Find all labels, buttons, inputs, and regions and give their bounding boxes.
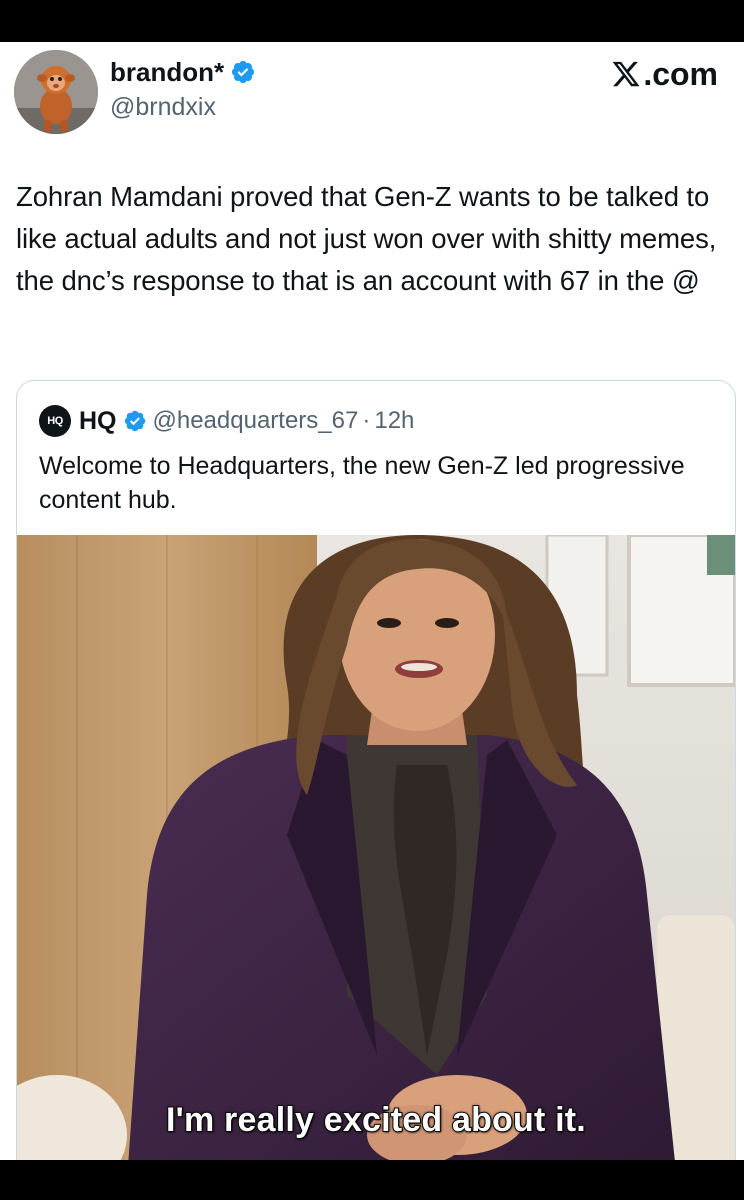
author-avatar[interactable] xyxy=(14,50,98,134)
post-text: Zohran Mamdani proved that Gen-Z wants t… xyxy=(16,181,717,296)
brand-label: .com xyxy=(643,56,718,92)
post-card: brandon* @brndxix .com Zohran Mamdani pr… xyxy=(0,42,744,1160)
monkey-avatar-icon xyxy=(14,50,98,134)
quoted-handle[interactable]: @headquarters_67 xyxy=(153,406,359,436)
quoted-post-header: HQ HQ @headquarters_67 · 12h xyxy=(39,403,414,439)
verified-badge-icon xyxy=(232,60,255,84)
author-handle[interactable]: @brndxix xyxy=(110,92,216,122)
quoted-timestamp[interactable]: 12h xyxy=(374,406,414,436)
separator-dot: · xyxy=(362,407,371,434)
video-frame-image xyxy=(17,535,735,1160)
author-name-row[interactable]: brandon* xyxy=(110,56,256,88)
quoted-display-name[interactable]: HQ xyxy=(79,406,117,436)
hq-logo-text: HQ xyxy=(47,415,63,427)
brand-watermark: .com xyxy=(611,56,718,92)
screenshot-frame: brandon* @brndxix .com Zohran Mamdani pr… xyxy=(0,0,744,1200)
verified-badge-icon xyxy=(124,410,145,432)
quoted-post-text: Welcome to Headquarters, the new Gen-Z l… xyxy=(39,452,685,514)
author-display-name[interactable]: brandon* xyxy=(110,56,224,88)
quoted-post[interactable]: HQ HQ @headquarters_67 · 12h Welcome to … xyxy=(16,380,736,1160)
hq-logo-avatar[interactable]: HQ xyxy=(39,405,71,437)
x-logo-icon xyxy=(612,61,640,87)
quoted-media-video[interactable]: I'm really excited about it. xyxy=(17,535,735,1160)
video-caption: I'm really excited about it. xyxy=(165,1100,587,1140)
